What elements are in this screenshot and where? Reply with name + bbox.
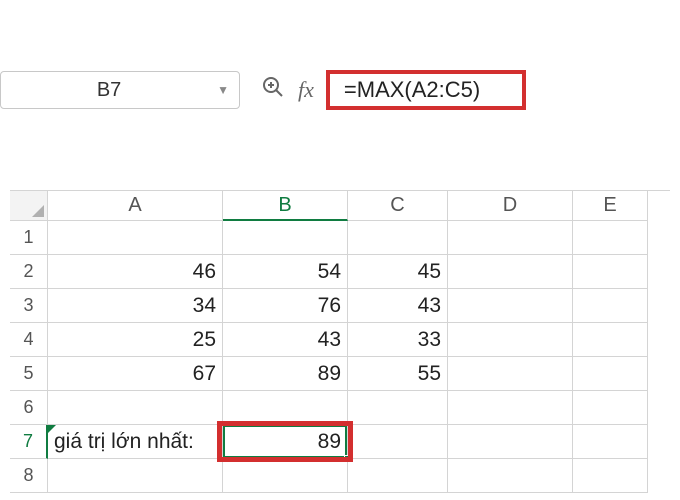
- column-header-row: A B C D E: [10, 191, 670, 221]
- fill-handle[interactable]: [344, 455, 350, 461]
- zoom-icon[interactable]: [260, 74, 286, 106]
- cell[interactable]: 45: [348, 255, 448, 289]
- row-header[interactable]: 7: [10, 425, 48, 459]
- fx-icon[interactable]: fx: [298, 77, 314, 103]
- spreadsheet-grid[interactable]: A B C D E 1 2 46 54 45 3 34 76 43: [10, 190, 670, 493]
- row-header[interactable]: 6: [10, 391, 48, 425]
- cell[interactable]: [348, 425, 448, 459]
- table-row: 4 25 43 33: [10, 323, 670, 357]
- cell[interactable]: [448, 289, 573, 323]
- cell[interactable]: [573, 221, 648, 255]
- cell[interactable]: [348, 221, 448, 255]
- table-row: 3 34 76 43: [10, 289, 670, 323]
- formula-bar-value: =MAX(A2:C5): [344, 77, 480, 103]
- cell[interactable]: [448, 323, 573, 357]
- cell[interactable]: [573, 459, 648, 493]
- row-header[interactable]: 4: [10, 323, 48, 357]
- cell[interactable]: 55: [348, 357, 448, 391]
- cell[interactable]: 25: [48, 323, 223, 357]
- ribbon-placeholder: [10, 10, 670, 70]
- cell[interactable]: [48, 391, 223, 425]
- cell-label[interactable]: giá trị lớn nhất:: [48, 425, 223, 459]
- cell[interactable]: 54: [223, 255, 348, 289]
- cell[interactable]: [448, 425, 573, 459]
- cell[interactable]: [448, 391, 573, 425]
- cell[interactable]: 89: [223, 357, 348, 391]
- table-row: 8: [10, 459, 670, 493]
- select-all-corner[interactable]: [10, 191, 48, 221]
- cell[interactable]: [223, 391, 348, 425]
- table-row: 6: [10, 391, 670, 425]
- row-header[interactable]: 3: [10, 289, 48, 323]
- cell[interactable]: 33: [348, 323, 448, 357]
- col-header-E[interactable]: E: [573, 191, 648, 221]
- col-header-D[interactable]: D: [448, 191, 573, 221]
- row-header[interactable]: 8: [10, 459, 48, 493]
- row-header[interactable]: 5: [10, 357, 48, 391]
- col-header-A[interactable]: A: [48, 191, 223, 221]
- formula-bar[interactable]: =MAX(A2:C5): [326, 70, 526, 110]
- row-header[interactable]: 1: [10, 221, 48, 255]
- cell[interactable]: 34: [48, 289, 223, 323]
- col-header-B[interactable]: B: [223, 191, 348, 221]
- cell[interactable]: [448, 221, 573, 255]
- table-row: 7 giá trị lớn nhất: 89: [10, 425, 670, 459]
- cell[interactable]: [573, 425, 648, 459]
- name-box[interactable]: B7 ▼: [0, 71, 240, 109]
- table-row: 2 46 54 45: [10, 255, 670, 289]
- cell[interactable]: [448, 255, 573, 289]
- table-row: 5 67 89 55: [10, 357, 670, 391]
- cell[interactable]: [348, 459, 448, 493]
- cell[interactable]: 46: [48, 255, 223, 289]
- cell[interactable]: 43: [223, 323, 348, 357]
- formula-bar-row: B7 ▼ fx =MAX(A2:C5): [0, 70, 680, 110]
- cell[interactable]: [48, 459, 223, 493]
- cell[interactable]: [573, 289, 648, 323]
- cell[interactable]: [223, 221, 348, 255]
- cell[interactable]: [348, 391, 448, 425]
- cell[interactable]: [573, 255, 648, 289]
- cell[interactable]: [573, 357, 648, 391]
- cell[interactable]: [448, 357, 573, 391]
- cell[interactable]: [573, 323, 648, 357]
- cell-value: 89: [318, 430, 341, 454]
- cell[interactable]: [223, 459, 348, 493]
- cell[interactable]: [448, 459, 573, 493]
- name-box-value: B7: [1, 79, 217, 102]
- cell[interactable]: 76: [223, 289, 348, 323]
- cell[interactable]: 43: [348, 289, 448, 323]
- table-row: 1: [10, 221, 670, 255]
- cell-active[interactable]: 89: [223, 425, 348, 459]
- cell[interactable]: 67: [48, 357, 223, 391]
- col-header-C[interactable]: C: [348, 191, 448, 221]
- cell[interactable]: [573, 391, 648, 425]
- excel-window: B7 ▼ fx =MAX(A2:C5) A B C D E 1: [0, 0, 680, 493]
- row-header[interactable]: 2: [10, 255, 48, 289]
- cell[interactable]: [48, 221, 223, 255]
- name-box-dropdown-icon[interactable]: ▼: [217, 83, 229, 97]
- formula-controls: fx =MAX(A2:C5): [260, 70, 526, 110]
